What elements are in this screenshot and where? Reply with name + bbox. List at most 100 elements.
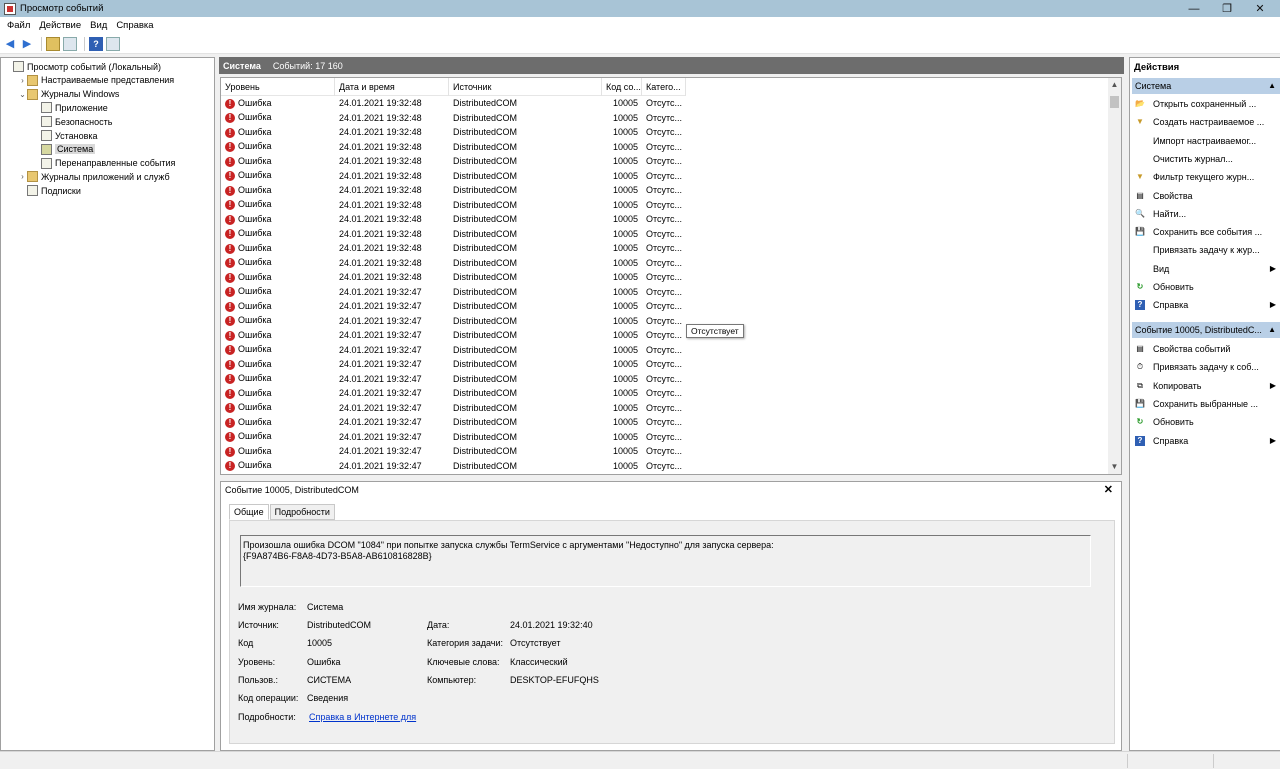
cell-datetime: 24.01.2021 19:32:47 — [339, 330, 422, 341]
table-row[interactable]: ! Ошибка 24.01.2021 19:32:48 DistributedCOM… — [221, 256, 686, 271]
close-icon[interactable]: ✕ — [1104, 483, 1113, 496]
column-source[interactable]: Источник — [449, 78, 602, 96]
cell-event-id: 10005 — [612, 286, 638, 297]
error-icon: ! — [225, 301, 235, 312]
menu-action[interactable]: Действие — [39, 20, 81, 31]
maximize-button[interactable]: ❐ — [1210, 0, 1244, 17]
expander-icon[interactable]: › — [18, 172, 27, 181]
toolbar-separator-2 — [84, 36, 85, 51]
action-item[interactable]: 📂 Открыть сохраненный ... — [1132, 95, 1280, 113]
tab-general[interactable]: Общие — [229, 504, 269, 520]
tree-item-0[interactable]: Просмотр событий (Локальный) — [4, 60, 161, 73]
cell-source: DistributedCOM — [453, 257, 518, 268]
cell-source: DistributedCOM — [453, 170, 518, 181]
table-row[interactable]: ! Ошибка 24.01.2021 19:32:48 DistributedCOM… — [221, 169, 686, 184]
action-item[interactable]: 🔍 Найти... — [1132, 205, 1280, 223]
show-action-pane-icon[interactable] — [106, 36, 120, 51]
scroll-down-icon[interactable]: ▼ — [1108, 462, 1121, 474]
table-row[interactable]: !Ошибка24.01.2021 19:32:47DistributedCOM… — [221, 328, 686, 343]
action-item[interactable]: ? Справка ▶ — [1132, 432, 1280, 450]
action-item[interactable]: ↻ Обновить — [1132, 413, 1280, 431]
table-row[interactable]: !Ошибка24.01.2021 19:32:47DistributedCOM… — [221, 430, 686, 445]
tree-item-9[interactable]: Подписки — [18, 184, 81, 197]
show-hide-console-tree-icon[interactable] — [63, 36, 77, 51]
column-event-id[interactable]: Код со... — [602, 78, 642, 96]
table-row[interactable]: !Ошибка24.01.2021 19:32:47DistributedCOM… — [221, 401, 686, 416]
expander-icon[interactable]: › — [18, 76, 27, 85]
column-level[interactable]: Уровень — [221, 78, 335, 96]
column-datetime[interactable]: Дата и время — [335, 78, 449, 96]
cell-datetime: 24.01.2021 19:32:48 — [339, 214, 422, 225]
table-row[interactable]: !Ошибка24.01.2021 19:32:47DistributedCOM… — [221, 343, 686, 358]
event-message[interactable]: Произошла ошибка DCOM "1084" при попытке… — [240, 535, 1091, 587]
help-icon[interactable]: ? — [89, 36, 103, 51]
up-folder-icon[interactable] — [46, 36, 60, 51]
table-row[interactable]: ! Ошибка 24.01.2021 19:32:48 DistributedCOM… — [221, 198, 686, 213]
table-row[interactable]: !Ошибка24.01.2021 19:32:47DistributedCOM… — [221, 299, 686, 314]
collapse-arrow-icon[interactable]: ▲ — [1268, 78, 1276, 94]
table-row[interactable]: ! Ошибка 24.01.2021 19:32:48 DistributedCOM… — [221, 125, 686, 140]
expander-icon[interactable]: ⌄ — [18, 90, 27, 99]
minimize-button[interactable]: — — [1177, 0, 1211, 17]
table-row[interactable]: ! Ошибка 24.01.2021 19:32:48 DistributedCOM… — [221, 111, 686, 126]
column-category[interactable]: Катего... — [642, 78, 686, 96]
online-help-link[interactable]: Справка в Интернете для — [309, 712, 416, 722]
log-header: Система Событий: 17 160 — [219, 57, 1124, 74]
action-item[interactable]: ⏱ Привязать задачу к соб... — [1132, 358, 1280, 376]
back-arrow-icon[interactable]: ◀ — [3, 37, 17, 51]
cell-category: Отсутс... — [646, 257, 683, 268]
table-row[interactable]: !Ошибка24.01.2021 19:32:47DistributedCOM… — [221, 372, 686, 387]
event-list-scrollbar[interactable]: ▲ ▼ — [1108, 78, 1121, 474]
action-item[interactable]: ▤ Свойства — [1132, 187, 1280, 205]
action-item[interactable]: ⧉ Копировать ▶ — [1132, 377, 1280, 395]
table-row[interactable]: !Ошибка24.01.2021 19:32:47DistributedCOM… — [221, 357, 686, 372]
table-row[interactable]: !Ошибка24.01.2021 19:32:47DistributedCOM… — [221, 459, 686, 474]
table-row[interactable]: !Ошибка24.01.2021 19:32:47DistributedCOM… — [221, 386, 686, 401]
table-row[interactable]: !Ошибка24.01.2021 19:32:47DistributedCOM… — [221, 415, 686, 430]
action-item[interactable]: ▼ Фильтр текущего журн... — [1132, 168, 1280, 186]
action-item[interactable]: ↻ Обновить — [1132, 278, 1280, 296]
tree-item-2[interactable]: ⌄ Журналы Windows — [18, 88, 119, 101]
tab-details[interactable]: Подробности — [269, 504, 335, 520]
action-item[interactable]: ? Справка ▶ — [1132, 296, 1280, 314]
tree-item-8[interactable]: › Журналы приложений и служб — [18, 170, 170, 183]
category-tooltip: Отсутствует — [686, 324, 744, 338]
table-row[interactable]: !Ошибка24.01.2021 19:32:47DistributedCOM… — [221, 314, 686, 329]
tree-item-4[interactable]: Безопасность — [32, 115, 112, 128]
action-item[interactable]: Привязать задачу к жур... — [1132, 241, 1280, 259]
table-row[interactable]: !Ошибка24.01.2021 19:32:47DistributedCOM… — [221, 473, 686, 474]
collapse-arrow-icon[interactable]: ▲ — [1268, 322, 1276, 338]
action-item[interactable]: ▤ Свойства событий — [1132, 340, 1280, 358]
tree-item-3[interactable]: Приложение — [32, 101, 108, 114]
table-row[interactable]: ! Ошибка 24.01.2021 19:32:48 DistributedCOM… — [221, 212, 686, 227]
forward-arrow-icon[interactable]: ▶ — [20, 37, 34, 51]
scroll-thumb[interactable] — [1110, 96, 1119, 108]
action-item[interactable]: 💾 Сохранить выбранные ... — [1132, 395, 1280, 413]
menu-view[interactable]: Вид — [90, 20, 107, 31]
table-row[interactable]: ! Ошибка 24.01.2021 19:32:48 DistributedCOM… — [221, 270, 686, 285]
table-row[interactable]: ! Ошибка 24.01.2021 19:32:48 DistributedCOM… — [221, 183, 686, 198]
tree-item-1[interactable]: › Настраиваемые представления — [18, 74, 174, 87]
level-text: Ошибка — [238, 460, 272, 471]
tree-item-5[interactable]: Установка — [32, 129, 98, 142]
actions-section-section1[interactable]: Система ▲ — [1132, 78, 1280, 94]
action-item[interactable]: 💾 Сохранить все события ... — [1132, 223, 1280, 241]
table-row[interactable]: ! Ошибка 24.01.2021 19:32:48 DistributedCOM… — [221, 96, 686, 111]
table-row[interactable]: !Ошибка24.01.2021 19:32:47DistributedCOM… — [221, 444, 686, 459]
close-button[interactable]: ✕ — [1243, 0, 1277, 17]
action-item[interactable]: Вид ▶ — [1132, 260, 1280, 278]
actions-section-section2[interactable]: Событие 10005, DistributedC... ▲ — [1132, 322, 1280, 338]
tree-item-6[interactable]: Система — [32, 143, 96, 156]
menu-help[interactable]: Справка — [116, 20, 153, 31]
action-item[interactable]: ▼ Создать настраиваемое ... — [1132, 113, 1280, 131]
table-row[interactable]: ! Ошибка 24.01.2021 19:32:48 DistributedCOM… — [221, 227, 686, 242]
table-row[interactable]: ! Ошибка 24.01.2021 19:32:48 DistributedCOM… — [221, 140, 686, 155]
scroll-up-icon[interactable]: ▲ — [1108, 80, 1121, 93]
menu-file[interactable]: Файл — [7, 20, 30, 31]
table-row[interactable]: !Ошибка24.01.2021 19:32:47DistributedCOM… — [221, 285, 686, 300]
table-row[interactable]: ! Ошибка 24.01.2021 19:32:48 DistributedCOM… — [221, 154, 686, 169]
action-item[interactable]: Импорт настраиваемог... — [1132, 132, 1280, 150]
action-item[interactable]: Очистить журнал... — [1132, 150, 1280, 168]
table-row[interactable]: ! Ошибка 24.01.2021 19:32:48 DistributedCOM… — [221, 241, 686, 256]
tree-item-7[interactable]: Перенаправленные события — [32, 157, 175, 170]
